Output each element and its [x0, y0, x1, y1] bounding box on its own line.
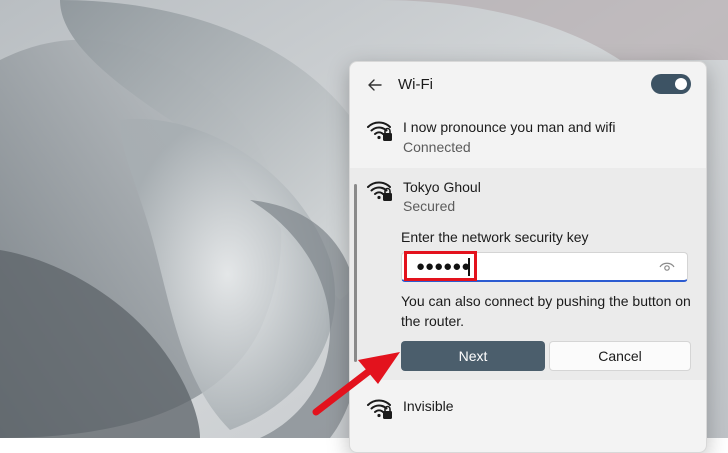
network-item-selected[interactable]: Tokyo Ghoul Secured: [350, 172, 706, 222]
router-hint-text: You can also connect by pushing the butt…: [401, 293, 691, 329]
back-arrow-icon: [368, 79, 382, 91]
wifi-panel-header: Wi-Fi: [350, 62, 706, 108]
show-password-eye-icon[interactable]: [659, 261, 675, 273]
wifi-secured-icon: [367, 181, 392, 201]
toggle-knob: [675, 78, 687, 90]
wifi-secured-icon: [367, 121, 392, 141]
cancel-button[interactable]: Cancel: [549, 341, 691, 371]
network-name: I now pronounce you man and wifi: [403, 119, 616, 135]
wifi-toggle[interactable]: [651, 74, 691, 94]
security-key-label: Enter the network security key: [401, 229, 589, 245]
back-button[interactable]: [364, 74, 386, 96]
network-item-connected[interactable]: I now pronounce you man and wifi Connect…: [350, 112, 706, 164]
network-status: Connected: [403, 139, 471, 155]
annotation-arrow-icon: [312, 352, 400, 416]
network-name: Invisible: [403, 398, 454, 414]
panel-title: Wi-Fi: [398, 76, 433, 93]
annotation-highlight-box: [404, 251, 477, 281]
next-button[interactable]: Next: [401, 341, 545, 371]
network-name: Tokyo Ghoul: [403, 179, 481, 195]
network-status: Secured: [403, 198, 456, 214]
